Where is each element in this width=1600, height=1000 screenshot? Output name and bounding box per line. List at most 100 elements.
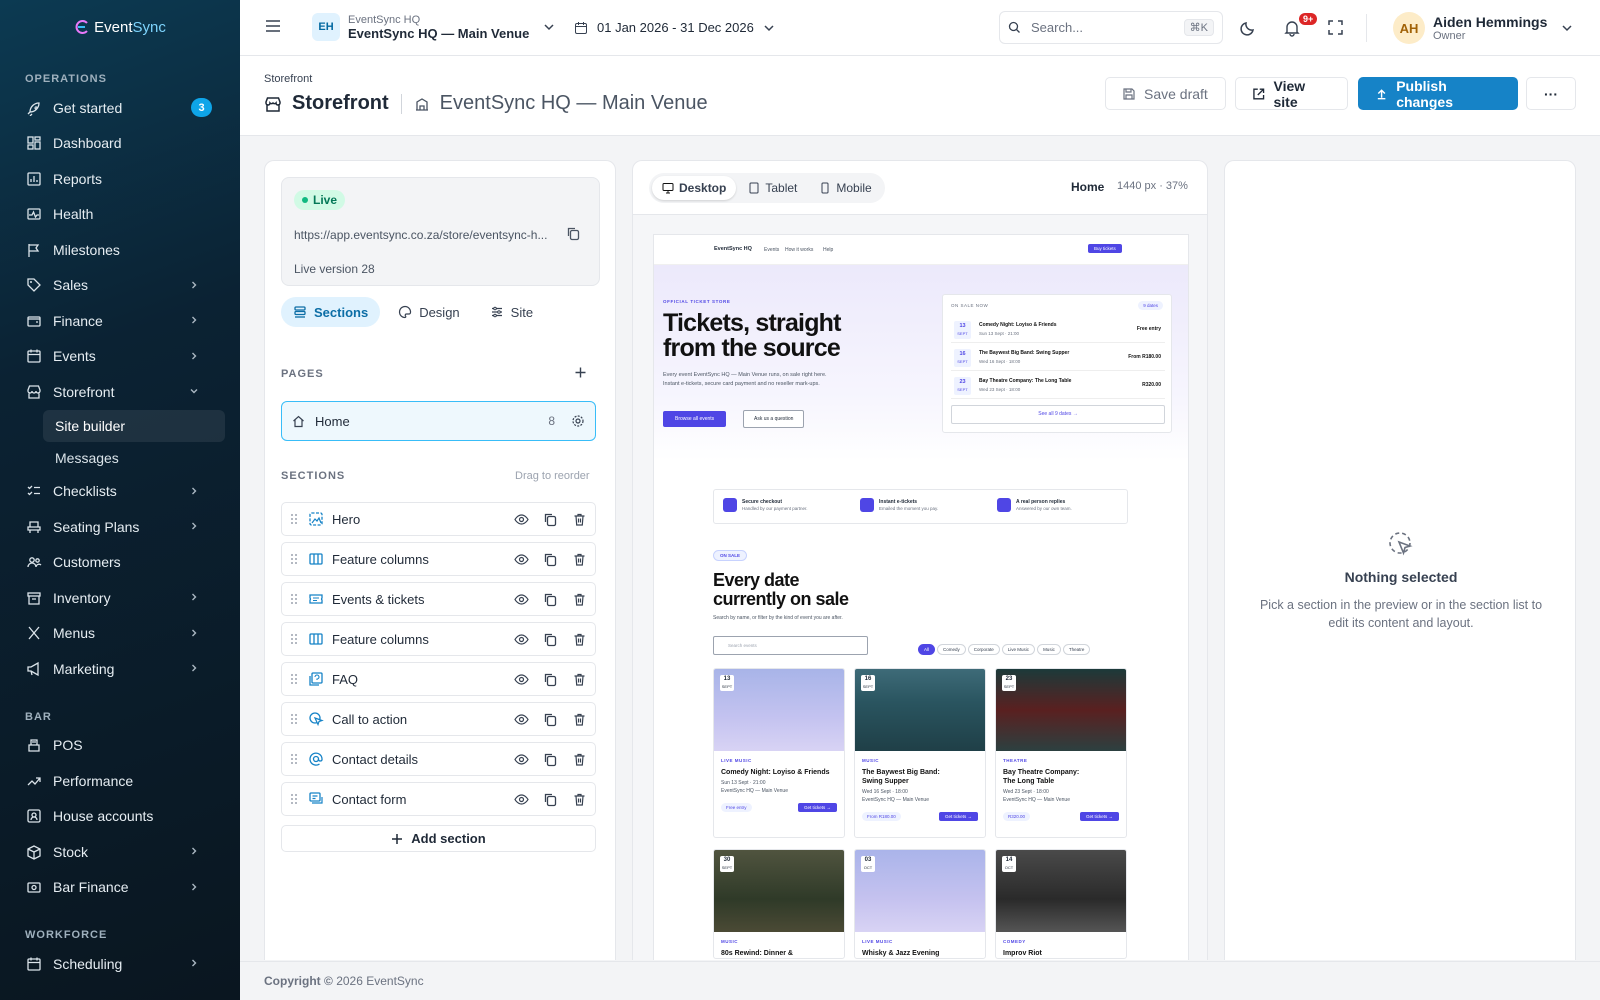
sidebar-item-house-accounts[interactable]: House accounts: [0, 799, 240, 835]
duplicate-icon[interactable]: [543, 792, 558, 807]
eye-icon[interactable]: [514, 592, 529, 607]
view-site-button[interactable]: View site: [1235, 77, 1348, 110]
chevron-right-icon: [192, 522, 197, 530]
sidebar-item-pos[interactable]: POS: [0, 728, 240, 764]
drag-handle-icon[interactable]: [290, 673, 298, 685]
duplicate-icon[interactable]: [543, 712, 558, 727]
section-name: Hero: [332, 511, 361, 527]
sidebar-item-label: Milestones: [53, 241, 120, 258]
section-row[interactable]: Contact form: [281, 782, 596, 816]
site-preview[interactable]: EventSync HQ Events How it works Help Bu…: [654, 235, 1188, 960]
logo-brand: Event: [94, 18, 133, 36]
sidebar-item-milestones[interactable]: Milestones: [0, 232, 240, 268]
device-tablet[interactable]: Tablet: [738, 176, 807, 200]
notifications-button[interactable]: 9+: [1283, 13, 1318, 37]
drag-handle-icon[interactable]: [290, 633, 298, 645]
save-icon: [1123, 87, 1135, 100]
eye-icon[interactable]: [514, 512, 529, 527]
trash-icon[interactable]: [572, 592, 587, 607]
section-row[interactable]: Call to action: [281, 702, 596, 736]
save-draft-button[interactable]: Save draft: [1105, 77, 1226, 110]
duplicate-icon[interactable]: [543, 632, 558, 647]
sidebar-item-marketing[interactable]: Marketing: [0, 651, 240, 687]
nav-badge: 3: [191, 98, 212, 117]
sidebar-item-performance[interactable]: Performance: [0, 763, 240, 799]
section-row[interactable]: Contact details: [281, 742, 596, 776]
more-button[interactable]: ···: [1526, 77, 1576, 110]
sidebar-item-stock[interactable]: Stock: [0, 834, 240, 870]
duplicate-icon[interactable]: [543, 592, 558, 607]
eye-icon[interactable]: [514, 552, 529, 567]
sidebar-item-label: Stock: [53, 843, 89, 860]
trash-icon[interactable]: [572, 792, 587, 807]
sidebar-item-seating-plans[interactable]: Seating Plans: [0, 509, 240, 545]
sidebar-item-health[interactable]: Health: [0, 197, 240, 233]
drag-handle-icon[interactable]: [290, 553, 298, 565]
sidebar-item-inventory[interactable]: Inventory: [0, 580, 240, 616]
add-page-button[interactable]: [574, 366, 587, 379]
drag-handle-icon[interactable]: [290, 793, 298, 805]
trash-icon[interactable]: [572, 632, 587, 647]
duplicate-icon[interactable]: [543, 512, 558, 527]
gear-icon[interactable]: [571, 414, 585, 428]
sidebar-item-customers[interactable]: Customers: [0, 545, 240, 581]
sidebar-item-checklists[interactable]: Checklists: [0, 474, 240, 510]
duplicate-icon[interactable]: [543, 552, 558, 567]
sidebar-subitem-site-builder[interactable]: Site builder: [43, 409, 225, 442]
fullscreen-button[interactable]: [1327, 19, 1344, 36]
eye-icon[interactable]: [514, 752, 529, 767]
duplicate-icon[interactable]: [543, 752, 558, 767]
global-search[interactable]: Search... ⌘K: [999, 11, 1223, 44]
device-mobile[interactable]: Mobile: [809, 176, 881, 200]
drag-handle-icon[interactable]: [290, 713, 298, 725]
org-switcher[interactable]: EH EventSync HQ EventSync HQ — Main Venu…: [312, 13, 555, 41]
sidebar-item-scheduling[interactable]: Scheduling: [0, 946, 240, 982]
app-logo[interactable]: Event Sync: [0, 0, 240, 54]
sidebar-item-reports[interactable]: Reports: [0, 161, 240, 197]
section-row[interactable]: Events & tickets: [281, 582, 596, 616]
menu-toggle[interactable]: [264, 17, 282, 35]
duplicate-icon[interactable]: [543, 672, 558, 687]
trash-icon[interactable]: [572, 512, 587, 527]
add-section-button[interactable]: Add section: [281, 825, 596, 852]
eye-icon[interactable]: [514, 712, 529, 727]
sidebar-item-dashboard[interactable]: Dashboard: [0, 126, 240, 162]
sidebar-item-menus[interactable]: Menus: [0, 616, 240, 652]
sidebar-item-bar-finance[interactable]: Bar Finance: [0, 870, 240, 906]
eye-icon[interactable]: [514, 632, 529, 647]
drag-handle-icon[interactable]: [290, 513, 298, 525]
sidebar-item-get-started[interactable]: Get started 3: [0, 90, 240, 126]
sidebar-subitem-messages[interactable]: Messages: [43, 442, 225, 474]
section-row[interactable]: Hero: [281, 502, 596, 536]
sidebar-item-storefront[interactable]: Storefront: [0, 374, 240, 410]
sidebar-item-finance[interactable]: Finance: [0, 303, 240, 339]
drag-handle-icon[interactable]: [290, 753, 298, 765]
drag-handle-icon[interactable]: [290, 593, 298, 605]
breadcrumb[interactable]: Storefront: [264, 73, 312, 85]
tab-sections[interactable]: Sections: [281, 297, 381, 327]
sidebar-item-label: POS: [53, 737, 83, 754]
trash-icon[interactable]: [572, 552, 587, 567]
section-row[interactable]: Feature columns: [281, 622, 596, 656]
section-row[interactable]: FAQ: [281, 662, 596, 696]
user-menu[interactable]: AH Aiden Hemmings Owner: [1393, 12, 1573, 44]
page-item-home[interactable]: Home 8: [281, 401, 596, 441]
tab-site[interactable]: Site: [478, 297, 545, 327]
sidebar-item-sales[interactable]: Sales: [0, 268, 240, 304]
theme-toggle[interactable]: [1239, 19, 1257, 37]
section-row[interactable]: Feature columns: [281, 542, 596, 576]
publish-label: Publish changes: [1396, 77, 1453, 110]
eye-icon[interactable]: [514, 672, 529, 687]
sidebar-item-events[interactable]: Events: [0, 339, 240, 375]
live-url[interactable]: https://app.eventsync.co.za/store/events…: [294, 228, 547, 242]
trash-icon[interactable]: [572, 672, 587, 687]
tab-design[interactable]: Design: [386, 297, 471, 327]
publish-button[interactable]: Publish changes: [1358, 77, 1518, 110]
trash-icon[interactable]: [572, 712, 587, 727]
eye-icon[interactable]: [514, 792, 529, 807]
logo-accent: Sync: [132, 18, 166, 36]
trash-icon[interactable]: [572, 752, 587, 767]
date-range-picker[interactable]: 01 Jan 2026 - 31 Dec 2026: [574, 20, 775, 35]
device-desktop[interactable]: Desktop: [652, 176, 737, 200]
copy-url-button[interactable]: [566, 226, 581, 241]
